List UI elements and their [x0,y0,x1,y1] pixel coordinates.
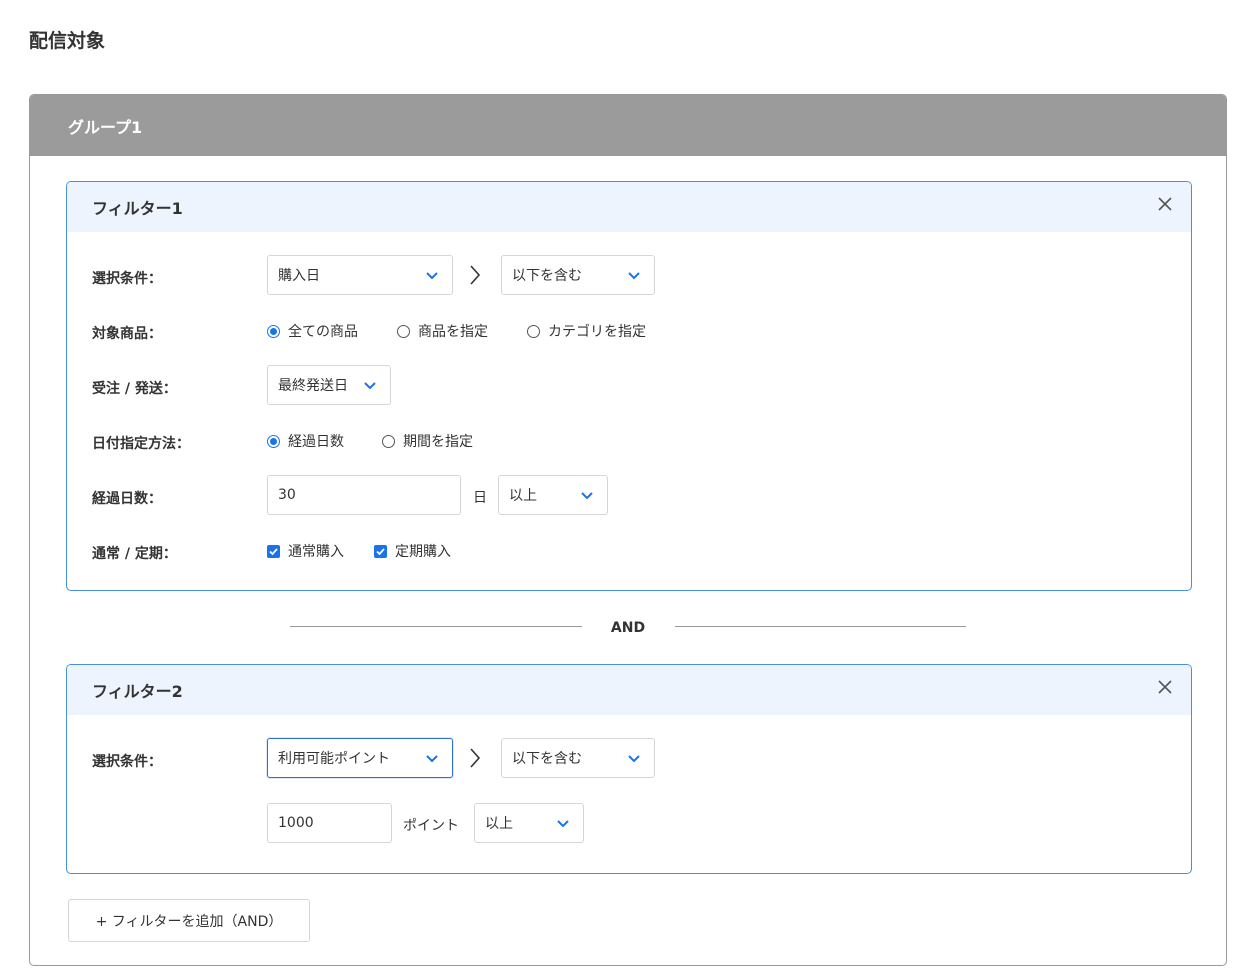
separator-line-right [675,626,966,627]
radio-all-products[interactable]: 全ての商品 [267,321,358,341]
points-unit: ポイント [403,818,459,834]
label-condition: 選択条件： [92,754,162,770]
label-order-shipping: 受注 / 発送： [92,381,177,397]
days-comparator-value: 以上 [509,488,537,504]
radio-label: 経過日数 [288,434,344,450]
check-icon [376,547,385,555]
radio-button[interactable] [267,324,280,338]
chevron-down-icon [628,755,640,763]
operator-select-value: 以下を含む [512,268,582,284]
condition-select-value: 購入日 [278,268,320,284]
points-comparator-value: 以上 [485,816,513,832]
checkbox[interactable] [374,544,387,558]
group-header: グループ1 [30,95,1226,156]
chevron-down-icon [426,755,438,763]
chevron-right-icon [470,748,481,768]
condition-select[interactable]: 利用可能ポイント [267,738,453,778]
filter-card-2: フィルター2 選択条件： 利用可能ポイント 以下を含む 1000 ポイント 以上 [66,664,1192,874]
chevron-down-icon [557,820,569,828]
elapsed-days-input[interactable]: 30 [267,475,461,515]
days-comparator-select[interactable]: 以上 [498,475,608,515]
label-condition: 選択条件： [92,271,162,287]
radio-button[interactable] [397,324,410,338]
close-icon[interactable] [1155,194,1175,214]
order-shipping-select[interactable]: 最終発送日 [267,365,391,405]
radio-specify-category[interactable]: カテゴリを指定 [527,321,646,341]
checkbox-label: 通常購入 [288,544,344,560]
checkbox-normal-purchase[interactable]: 通常購入 [267,541,344,561]
condition-select[interactable]: 購入日 [267,255,453,295]
radio-button[interactable] [267,434,280,448]
add-filter-button[interactable]: + フィルターを追加（AND） [68,899,310,942]
checkbox[interactable] [267,544,280,558]
chevron-down-icon [426,272,438,280]
points-input[interactable]: 1000 [267,803,392,843]
radio-button[interactable] [527,324,540,338]
label-date-method: 日付指定方法： [92,436,190,452]
filter-header-2: フィルター2 [67,665,1191,715]
points-comparator-select[interactable]: 以上 [474,803,584,843]
chevron-right-icon [470,265,481,285]
and-separator: AND [290,620,966,636]
condition-select-value: 利用可能ポイント [278,751,390,767]
points-value: 1000 [278,815,314,831]
radio-label: 商品を指定 [418,324,488,340]
operator-select-value: 以下を含む [512,751,582,767]
radio-label: カテゴリを指定 [548,324,646,340]
label-product: 対象商品： [92,326,162,342]
add-filter-label: + フィルターを追加（AND） [95,913,283,930]
filter-title-2: フィルター2 [92,682,183,701]
operator-select[interactable]: 以下を含む [501,255,655,295]
group-title: グループ1 [68,117,143,137]
chevron-down-icon [628,272,640,280]
days-unit: 日 [473,490,487,506]
checkbox-label: 定期購入 [395,544,451,560]
filter-card-1: フィルター1 選択条件： 購入日 以下を含む 対象商品： 全ての商品 商品を指定… [66,181,1192,591]
chevron-down-icon [364,382,376,390]
check-icon [269,547,278,555]
radio-label: 全ての商品 [288,324,358,340]
radio-label: 期間を指定 [403,434,473,450]
chevron-down-icon [581,492,593,500]
radio-elapsed-days[interactable]: 経過日数 [267,431,344,451]
radio-specify-period[interactable]: 期間を指定 [382,431,473,451]
close-icon[interactable] [1155,677,1175,697]
filter-title-1: フィルター1 [92,199,183,218]
label-purchase-type: 通常 / 定期： [92,546,177,562]
radio-button[interactable] [382,434,395,448]
label-elapsed-days: 経過日数： [92,491,162,507]
radio-specify-product[interactable]: 商品を指定 [397,321,488,341]
order-shipping-select-value: 最終発送日 [278,378,348,394]
checkbox-subscription-purchase[interactable]: 定期購入 [374,541,451,561]
operator-select[interactable]: 以下を含む [501,738,655,778]
elapsed-days-value: 30 [278,487,296,503]
page-title: 配信対象 [29,30,106,52]
and-label: AND [610,620,646,636]
filter-header-1: フィルター1 [67,182,1191,232]
